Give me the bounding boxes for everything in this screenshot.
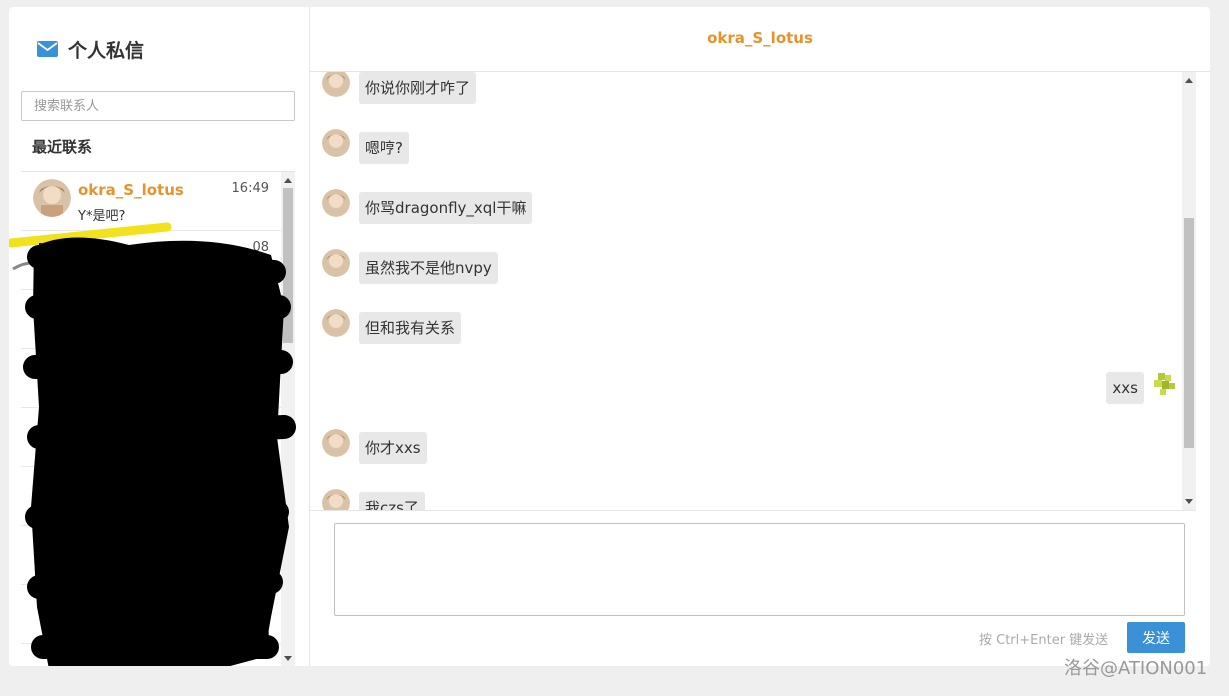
scrollbar-thumb[interactable] (283, 188, 293, 343)
chat-area: okra_S_lotus 你说你刚才咋了 嗯哼? 你骂dragonfly_xql… (310, 7, 1210, 666)
contacts-scrollbar[interactable] (281, 172, 295, 666)
message-bubble: 你骂dragonfly_xql干嘛 (359, 192, 533, 224)
message-list: 你说你刚才咋了 嗯哼? 你骂dragonfly_xql干嘛 虽然我不是他nvpy (310, 72, 1196, 511)
message-bubble: 嗯哼? (359, 132, 409, 164)
recent-contacts-label: 最近联系 (32, 138, 93, 156)
contact-item[interactable] (21, 585, 295, 644)
contact-item[interactable] (21, 526, 295, 585)
contact-time: 16:49 (231, 181, 269, 196)
avatar (322, 249, 350, 277)
watermark: 洛谷@ATION001 (1064, 658, 1208, 679)
avatar (322, 189, 350, 217)
message-panel: 个人私信 最近联系 okra_S_lotus 16:49 Y*是吧? (9, 7, 1210, 666)
message-item-self: xxs (1098, 372, 1178, 408)
message-bubble: 你才xxs (359, 432, 427, 464)
contact-item[interactable] (21, 644, 295, 666)
messages-scrollbar[interactable] (1182, 72, 1196, 510)
chat-title: okra_S_lotus (707, 29, 813, 47)
contact-time: 08 (252, 240, 269, 255)
avatar (322, 429, 350, 457)
scroll-up-icon[interactable] (284, 178, 292, 183)
send-button[interactable]: 发送 (1127, 622, 1185, 653)
scrollbar-thumb[interactable] (1184, 218, 1194, 448)
contact-item[interactable]: okra_S_lotus 16:49 Y*是吧? (21, 172, 295, 231)
contact-list: okra_S_lotus 16:49 Y*是吧? 08 (21, 171, 295, 666)
envelope-icon (37, 41, 58, 57)
contact-item[interactable] (21, 290, 295, 349)
sidebar-title-text: 个人私信 (68, 39, 145, 62)
avatar (1150, 369, 1178, 397)
scroll-up-icon[interactable] (1185, 78, 1193, 83)
search-contacts-input[interactable] (21, 91, 295, 121)
avatar (322, 489, 350, 510)
message-bubble: 我czs了 (359, 492, 425, 510)
avatar (322, 129, 350, 157)
contact-item[interactable] (21, 408, 295, 467)
contact-preview: Y*是吧? (78, 209, 126, 224)
scroll-down-icon[interactable] (284, 656, 292, 661)
avatar (33, 179, 71, 217)
contact-item[interactable] (21, 467, 295, 526)
message-bubble: 虽然我不是他nvpy (359, 252, 498, 284)
message-input[interactable] (334, 523, 1185, 616)
avatar (322, 309, 350, 337)
scroll-down-icon[interactable] (1185, 499, 1193, 504)
sidebar-title: 个人私信 (37, 35, 144, 63)
contact-item[interactable] (21, 349, 295, 408)
contact-item[interactable]: 08 (21, 231, 295, 290)
send-shortcut-hint: 按 Ctrl+Enter 键发送 (979, 633, 1109, 648)
avatar (322, 72, 350, 97)
message-bubble: 但和我有关系 (359, 312, 462, 344)
message-bubble: 你说你刚才咋了 (359, 72, 477, 104)
contacts-sidebar: 个人私信 最近联系 okra_S_lotus 16:49 Y*是吧? (9, 7, 310, 666)
message-bubble: xxs (1106, 372, 1144, 404)
contact-name: okra_S_lotus (78, 181, 184, 199)
